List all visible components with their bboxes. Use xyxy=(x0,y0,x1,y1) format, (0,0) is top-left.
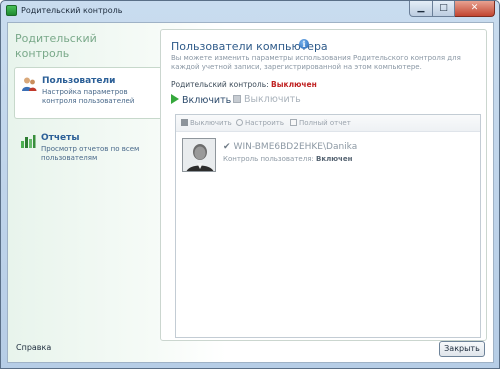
report-doc-icon xyxy=(290,119,297,126)
list-toolbar: Выключить Настроить Полный отчет xyxy=(176,115,480,132)
sidebar-item-reports-title: Отчеты xyxy=(41,133,80,143)
list-report-label: Полный отчет xyxy=(299,119,351,127)
parental-control-status: Родительский контроль: Выключен xyxy=(171,80,317,89)
sidebar-item-users-title: Пользователи xyxy=(42,76,116,86)
users-icon xyxy=(22,77,37,91)
brand-title: Родительский контроль xyxy=(15,32,97,60)
user-list: Выключить Настроить Полный отчет ✔ WIN-B… xyxy=(175,114,481,338)
sidebar: Родительский контроль Пользователи Настр… xyxy=(8,23,160,362)
help-link[interactable]: Справка xyxy=(16,343,51,352)
close-button[interactable]: Закрыть xyxy=(439,341,485,357)
list-item[interactable]: ✔ WIN-BME6BD2EHKE\Danika Контроль пользов… xyxy=(182,138,357,176)
minimize-button[interactable]: ▁ xyxy=(409,1,433,17)
sidebar-item-users[interactable]: Пользователи Настройка параметров контро… xyxy=(14,67,160,119)
enable-label: Включить xyxy=(182,95,232,106)
sidebar-item-reports-desc: Просмотр отчетов по всем пользователям xyxy=(41,145,140,162)
sidebar-item-reports[interactable]: Отчеты Просмотр отчетов по всем пользова… xyxy=(14,125,160,177)
user-control-status: Контроль пользователя: Включен xyxy=(223,155,352,163)
user-name: ✔ WIN-BME6BD2EHKE\Danika xyxy=(223,142,357,152)
maximize-button[interactable]: □ xyxy=(433,1,455,17)
list-configure-button[interactable]: Настроить xyxy=(236,119,284,127)
sidebar-item-users-desc: Настройка параметров контроля пользовате… xyxy=(42,88,135,105)
list-report-button[interactable]: Полный отчет xyxy=(290,119,351,127)
list-configure-label: Настроить xyxy=(245,119,284,127)
reports-chart-icon xyxy=(21,135,36,148)
window-title: Родительский контроль xyxy=(21,6,123,15)
status-label: Родительский контроль: xyxy=(171,80,269,89)
stop-icon xyxy=(181,119,188,126)
play-icon xyxy=(171,94,179,104)
user-control-value: Включен xyxy=(316,155,353,163)
info-icon[interactable]: i xyxy=(299,39,309,49)
user-control-label: Контроль пользователя: xyxy=(223,155,314,163)
close-window-button[interactable]: ✕ xyxy=(455,1,495,17)
title-bar[interactable]: Родительский контроль ▁ □ ✕ xyxy=(1,1,499,21)
disable-icon xyxy=(233,95,241,103)
avatar xyxy=(182,138,216,172)
page-description: Вы можете изменить параметры использован… xyxy=(171,54,461,71)
configure-icon xyxy=(236,119,243,126)
user-name-text: WIN-BME6BD2EHKE\Danika xyxy=(233,142,358,152)
enable-button[interactable]: Включить xyxy=(171,94,231,106)
disable-label: Выключить xyxy=(244,94,301,105)
list-disable-button[interactable]: Выключить xyxy=(181,119,232,127)
disable-button[interactable]: Выключить xyxy=(233,94,301,105)
check-icon: ✔ xyxy=(223,142,231,152)
window-controls: ▁ □ ✕ xyxy=(409,1,495,18)
user-photo-icon xyxy=(183,139,215,171)
status-value: Выключен xyxy=(271,80,317,89)
app-window: Родительский контроль ▁ □ ✕ Родительский… xyxy=(0,0,500,369)
client-area: Родительский контроль Пользователи Настр… xyxy=(7,22,494,363)
app-icon xyxy=(6,5,17,16)
main-panel: Пользователи компьютера i Вы можете изме… xyxy=(160,29,487,341)
list-disable-label: Выключить xyxy=(190,119,232,127)
